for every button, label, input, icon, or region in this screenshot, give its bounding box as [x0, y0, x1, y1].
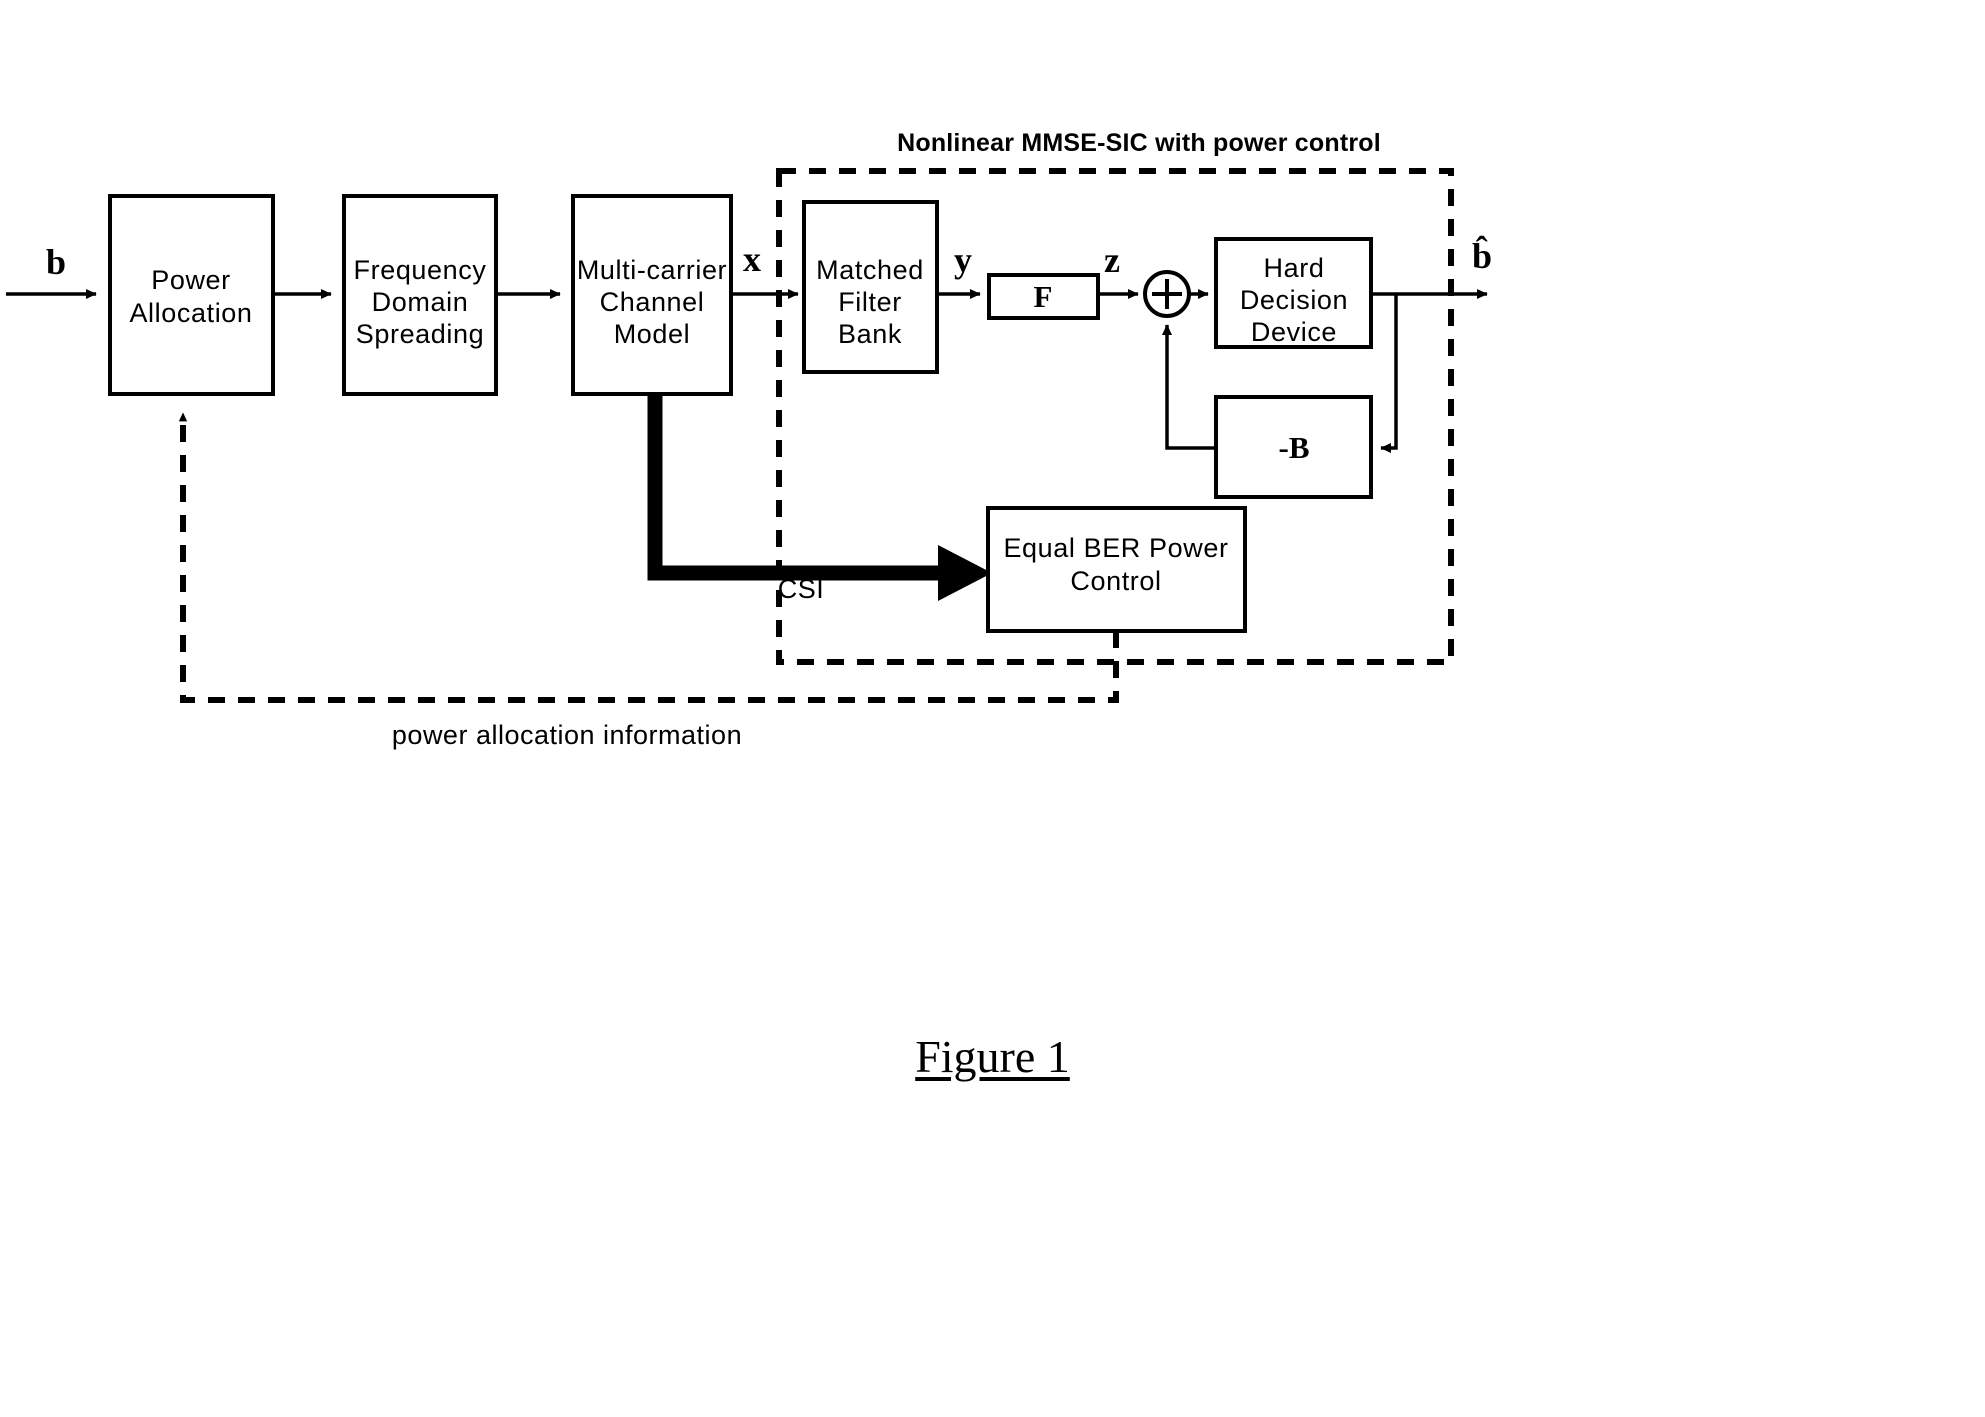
wire-feedback-b-to-summer [1161, 324, 1216, 450]
block-power-allocation-line-1: Allocation [129, 298, 252, 328]
wire-output-tap-to-feedback-b [1380, 294, 1398, 454]
mmse-sic-group-title: Nonlinear MMSE-SIC with power control [897, 129, 1381, 157]
edge-label-csi: CSI [778, 574, 825, 604]
block-hard-decision-line-1: Decision [1240, 285, 1348, 315]
block-power-allocation-line-0: Power [151, 265, 231, 295]
block-power-allocation[interactable] [108, 194, 275, 396]
block-spreading-line-2: Spreading [356, 319, 485, 349]
block-feedback-b-label: -B [1279, 430, 1310, 465]
block-matched-filter-line-1: Filter [838, 287, 902, 317]
signal-label-y: y [954, 240, 972, 280]
wire-csi-arrowhead [938, 545, 992, 601]
block-matched-filter-line-2: Bank [838, 319, 902, 349]
wire-csi-path [647, 394, 945, 581]
block-filter-f-label: F [1034, 279, 1053, 314]
block-channel-model-line-0: Multi-carrier [577, 255, 727, 285]
block-hard-decision-line-0: Hard [1264, 253, 1325, 283]
signal-label-z: z [1104, 240, 1120, 280]
block-hard-decision-line-2: Device [1251, 317, 1337, 347]
figure-page: Nonlinear MMSE-SIC with power control b … [0, 0, 1985, 1417]
signal-label-b-hat: b̂ [1472, 235, 1492, 276]
block-equal-ber-line-0: Equal BER Power [1003, 533, 1228, 563]
edge-label-power-allocation-information: power allocation information [392, 720, 742, 750]
block-matched-filter-line-0: Matched [816, 255, 924, 285]
block-spreading-line-1: Domain [372, 287, 469, 317]
signal-label-x: x [743, 239, 761, 279]
figure-caption: Figure 1 [915, 1031, 1070, 1082]
block-diagram: Nonlinear MMSE-SIC with power control b … [6, 129, 1492, 750]
signal-label-b: b [46, 242, 66, 282]
block-channel-model-line-1: Channel [600, 287, 705, 317]
block-channel-model-line-2: Model [614, 319, 691, 349]
block-spreading-line-0: Frequency [354, 255, 487, 285]
block-equal-ber-line-1: Control [1070, 566, 1161, 596]
